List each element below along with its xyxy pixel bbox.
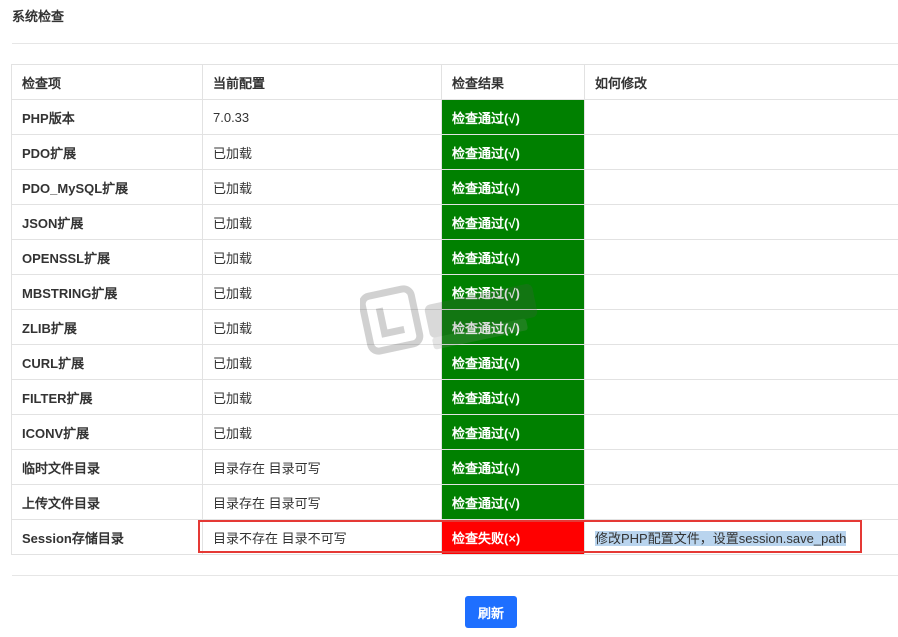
check-item-cell: 上传文件目录 bbox=[11, 484, 203, 520]
current-config-cell: 目录存在 目录可写 bbox=[202, 449, 442, 485]
check-item-cell: ICONV扩展 bbox=[11, 414, 203, 450]
table-row: ICONV扩展 已加载 检查通过(√) bbox=[11, 414, 898, 450]
check-result-pass-cell: 检查通过(√) bbox=[441, 449, 585, 485]
current-config-cell: 7.0.33 bbox=[202, 99, 442, 135]
check-result-pass-cell: 检查通过(√) bbox=[441, 274, 585, 310]
how-to-fix-cell bbox=[584, 169, 898, 205]
table-body: PHP版本 7.0.33 检查通过(√) PDO扩展 已加载 检查通过(√) PDO_MyS… bbox=[11, 99, 898, 555]
check-result-pass-cell: 检查通过(√) bbox=[441, 379, 585, 415]
table-row: JSON扩展 已加载 检查通过(√) bbox=[11, 204, 898, 240]
page-title: 系统检查 bbox=[12, 9, 65, 24]
check-result-pass-cell: 检查通过(√) bbox=[441, 414, 585, 450]
table-row: PDO扩展 已加载 检查通过(√) bbox=[11, 134, 898, 170]
check-result-fail-cell: 检查失败(×) bbox=[441, 519, 585, 555]
check-item-cell: FILTER扩展 bbox=[11, 379, 203, 415]
check-item-cell: OPENSSL扩展 bbox=[11, 239, 203, 275]
current-config-cell: 目录不存在 目录不可写 bbox=[202, 519, 442, 555]
table-row: FILTER扩展 已加载 检查通过(√) bbox=[11, 379, 898, 415]
current-config-cell: 目录存在 目录可写 bbox=[202, 484, 442, 520]
current-config-cell: 已加载 bbox=[202, 414, 442, 450]
check-result-pass-cell: 检查通过(√) bbox=[441, 204, 585, 240]
how-to-fix-cell: 修改PHP配置文件，设置session.save_path bbox=[584, 519, 898, 555]
table-row: OPENSSL扩展 已加载 检查通过(√) bbox=[11, 239, 898, 275]
check-item-cell: PDO_MySQL扩展 bbox=[11, 169, 203, 205]
current-config-cell: 已加载 bbox=[202, 274, 442, 310]
check-item-cell: CURL扩展 bbox=[11, 344, 203, 380]
refresh-button[interactable]: 刷新 bbox=[465, 596, 517, 628]
bottom-divider bbox=[12, 575, 898, 576]
table-row: 临时文件目录 目录存在 目录可写 检查通过(√) bbox=[11, 449, 898, 485]
table-row: 上传文件目录 目录存在 目录可写 检查通过(√) bbox=[11, 484, 898, 520]
table-row: CURL扩展 已加载 检查通过(√) bbox=[11, 344, 898, 380]
check-item-cell: PHP版本 bbox=[11, 99, 203, 135]
table-row: Session存储目录 目录不存在 目录不可写 检查失败(×) 修改PHP配置文件，设… bbox=[11, 519, 898, 555]
header-current-config: 当前配置 bbox=[202, 64, 442, 100]
current-config-cell: 已加载 bbox=[202, 309, 442, 345]
system-check-table: 检查项 当前配置 检查结果 如何修改 PHP版本 7.0.33 检查通过(√) PDO… bbox=[11, 64, 898, 555]
how-to-fix-cell bbox=[584, 309, 898, 345]
current-config-cell: 已加载 bbox=[202, 204, 442, 240]
check-item-cell: MBSTRING扩展 bbox=[11, 274, 203, 310]
check-item-cell: PDO扩展 bbox=[11, 134, 203, 170]
how-to-fix-cell bbox=[584, 239, 898, 275]
check-item-cell: Session存储目录 bbox=[11, 519, 203, 555]
how-to-fix-cell bbox=[584, 484, 898, 520]
check-result-pass-cell: 检查通过(√) bbox=[441, 169, 585, 205]
check-item-cell: 临时文件目录 bbox=[11, 449, 203, 485]
header-row: 检查项 当前配置 检查结果 如何修改 bbox=[11, 64, 898, 100]
current-config-cell: 已加载 bbox=[202, 379, 442, 415]
how-to-fix-cell bbox=[584, 99, 898, 135]
table-row: PDO_MySQL扩展 已加载 检查通过(√) bbox=[11, 169, 898, 205]
check-item-cell: JSON扩展 bbox=[11, 204, 203, 240]
header-check-result: 检查结果 bbox=[441, 64, 585, 100]
how-to-fix-cell bbox=[584, 134, 898, 170]
check-item-cell: ZLIB扩展 bbox=[11, 309, 203, 345]
how-to-fix-cell bbox=[584, 274, 898, 310]
check-result-pass-cell: 检查通过(√) bbox=[441, 344, 585, 380]
how-to-fix-cell bbox=[584, 344, 898, 380]
how-to-fix-cell bbox=[584, 379, 898, 415]
current-config-cell: 已加载 bbox=[202, 344, 442, 380]
check-result-pass-cell: 检查通过(√) bbox=[441, 484, 585, 520]
table-row: PHP版本 7.0.33 检查通过(√) bbox=[11, 99, 898, 135]
current-config-cell: 已加载 bbox=[202, 239, 442, 275]
check-result-pass-cell: 检查通过(√) bbox=[441, 134, 585, 170]
table-header: 检查项 当前配置 检查结果 如何修改 bbox=[11, 64, 898, 100]
table-row: MBSTRING扩展 已加载 检查通过(√) bbox=[11, 274, 898, 310]
table-row: ZLIB扩展 已加载 检查通过(√) bbox=[11, 309, 898, 345]
top-divider bbox=[12, 43, 898, 44]
fix-instruction-text: 修改PHP配置文件，设置session.save_path bbox=[595, 530, 847, 546]
how-to-fix-cell bbox=[584, 449, 898, 485]
current-config-cell: 已加载 bbox=[202, 169, 442, 205]
check-result-pass-cell: 检查通过(√) bbox=[441, 309, 585, 345]
current-config-cell: 已加载 bbox=[202, 134, 442, 170]
check-result-pass-cell: 检查通过(√) bbox=[441, 99, 585, 135]
header-how-to-fix: 如何修改 bbox=[584, 64, 898, 100]
how-to-fix-cell bbox=[584, 414, 898, 450]
check-result-pass-cell: 检查通过(√) bbox=[441, 239, 585, 275]
how-to-fix-cell bbox=[584, 204, 898, 240]
header-check-item: 检查项 bbox=[11, 64, 203, 100]
